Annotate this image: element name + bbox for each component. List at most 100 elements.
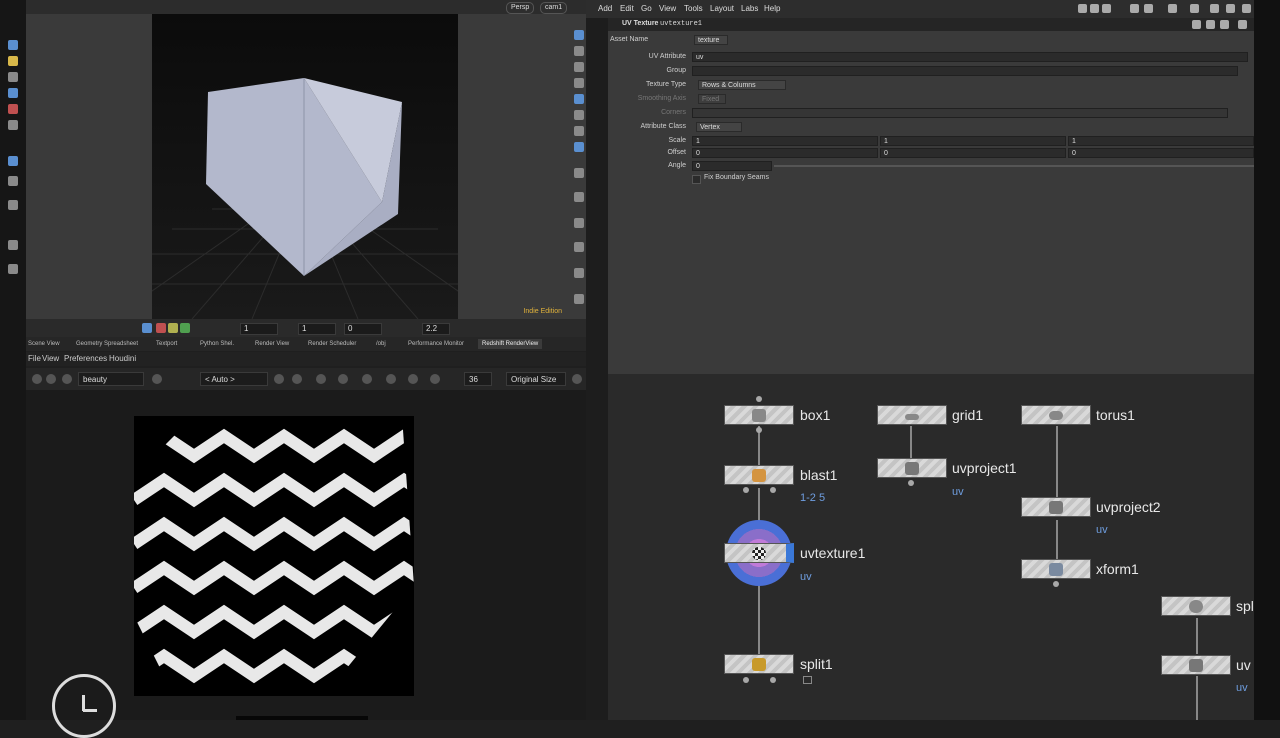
gear-icon[interactable] <box>1192 20 1201 29</box>
display-icon[interactable] <box>574 46 584 56</box>
group-field[interactable] <box>692 66 1238 76</box>
node-split1[interactable] <box>724 654 794 674</box>
shelf-icon[interactable] <box>8 156 18 166</box>
persp-menu[interactable]: Persp <box>506 2 535 14</box>
size-select[interactable]: Original Size <box>506 372 566 386</box>
display-icon[interactable] <box>574 294 584 304</box>
tool-icon[interactable] <box>362 374 372 384</box>
node-uvproject1[interactable] <box>877 458 947 478</box>
tool-icon[interactable] <box>338 374 348 384</box>
tool-icon[interactable] <box>1226 4 1235 13</box>
bar-field-3[interactable]: 0 <box>344 323 382 335</box>
camera-menu[interactable]: cam1 <box>540 2 568 14</box>
uv-attribute-field[interactable]: uv <box>692 52 1248 62</box>
display-icon[interactable] <box>574 218 584 228</box>
menu-preferences[interactable]: Preferences <box>64 354 107 364</box>
display-icon[interactable] <box>574 94 584 104</box>
menu-houdini[interactable]: Houdini <box>109 354 136 364</box>
shelf-icon[interactable] <box>8 120 18 130</box>
zoom-field[interactable]: 36 % <box>464 372 492 398</box>
shelf-icon[interactable] <box>8 104 18 114</box>
display-icon[interactable] <box>574 110 584 120</box>
display-icon[interactable] <box>574 242 584 252</box>
node-grid1[interactable] <box>877 405 947 425</box>
tool-icon[interactable] <box>1168 4 1177 13</box>
display-toggle-icon[interactable] <box>142 323 152 333</box>
node-name-field[interactable]: uvtexture1 <box>660 20 702 28</box>
display-icon[interactable] <box>574 78 584 88</box>
refresh-icon[interactable] <box>62 374 72 384</box>
menu-file[interactable]: File <box>28 354 41 364</box>
aov-select[interactable]: beauty <box>78 372 144 386</box>
lock-icon[interactable] <box>274 374 284 384</box>
display-toggle-icon[interactable] <box>168 323 178 333</box>
display-icon[interactable] <box>574 126 584 136</box>
tab-render-scheduler[interactable]: Render Scheduler <box>304 339 360 349</box>
camera-select[interactable]: < Auto > <box>200 372 268 386</box>
menu-edit[interactable]: Edit <box>620 4 634 14</box>
offset-z-field[interactable]: 0 <box>1068 148 1254 158</box>
angle-field[interactable]: 0 <box>692 161 772 171</box>
scene-viewport[interactable]: Indie Edition <box>26 14 586 319</box>
tool-icon[interactable] <box>316 374 326 384</box>
offset-y-field[interactable]: 0 <box>880 148 1066 158</box>
wrench-icon[interactable] <box>1078 4 1087 13</box>
menu-add[interactable]: Add <box>598 4 612 14</box>
node-uvproject2[interactable] <box>1021 497 1091 517</box>
node-xform1[interactable] <box>1021 559 1091 579</box>
bar-field-1[interactable]: 1 <box>240 323 278 335</box>
tab-render-view[interactable]: Render View <box>251 339 293 349</box>
channel-icon[interactable] <box>152 374 162 384</box>
display-icon[interactable] <box>574 30 584 40</box>
bar-field-4[interactable]: 2.2 <box>422 323 450 335</box>
pane-divider[interactable] <box>586 0 608 720</box>
display-icon[interactable] <box>574 142 584 152</box>
tool-icon[interactable] <box>1242 4 1251 13</box>
shelf-icon[interactable] <box>8 264 18 274</box>
angle-slider[interactable] <box>774 165 1254 167</box>
menu-view[interactable]: View <box>42 354 59 364</box>
offset-x-field[interactable]: 0 <box>692 148 878 158</box>
tab-performance-monitor[interactable]: Performance Monitor <box>404 339 468 349</box>
texture-type-menu[interactable]: Rows & Columns <box>698 80 786 90</box>
network-editor[interactable] <box>608 374 1254 720</box>
output-dot[interactable] <box>770 677 776 683</box>
menu-layout[interactable]: Layout <box>710 4 734 14</box>
node-blast1[interactable] <box>724 465 794 485</box>
display-toggle-icon[interactable] <box>180 323 190 333</box>
menu-labs[interactable]: Labs <box>741 4 758 14</box>
bar-field-2[interactable]: 1 <box>298 323 336 335</box>
node-uvtexture1[interactable] <box>724 543 794 563</box>
tool-icon[interactable] <box>1144 4 1153 13</box>
tab-obj[interactable]: /obj <box>372 339 390 349</box>
tool-icon[interactable] <box>292 374 302 384</box>
tool-icon[interactable] <box>408 374 418 384</box>
scale-x-field[interactable]: 1 <box>692 136 878 146</box>
node-box1[interactable] <box>724 405 794 425</box>
tab-redshift-renderview[interactable]: Redshift RenderView <box>478 339 543 349</box>
output-dot[interactable] <box>756 396 762 402</box>
menu-tools[interactable]: Tools <box>684 4 703 14</box>
tab-python-shell[interactable]: Python Shel. <box>196 339 238 349</box>
display-icon[interactable] <box>574 268 584 278</box>
attribute-class-menu[interactable]: Vertex <box>696 122 742 132</box>
help-icon[interactable] <box>1206 20 1215 29</box>
shelf-icon[interactable] <box>8 200 18 210</box>
shelf-icon[interactable] <box>8 88 18 98</box>
tool-icon[interactable] <box>1130 4 1139 13</box>
shelf-icon[interactable] <box>8 240 18 250</box>
help-icon[interactable] <box>1238 20 1247 29</box>
scale-z-field[interactable]: 1 <box>1068 136 1254 146</box>
shelf-icon[interactable] <box>8 40 18 50</box>
node-torus1[interactable] <box>1021 405 1091 425</box>
output-dot[interactable] <box>743 677 749 683</box>
tool-icon[interactable] <box>430 374 440 384</box>
render-icon[interactable] <box>32 374 42 384</box>
menu-help[interactable]: Help <box>764 4 780 14</box>
tab-textport[interactable]: Textport <box>152 339 181 349</box>
asset-name-menu[interactable]: texture <box>694 35 728 45</box>
scale-y-field[interactable]: 1 <box>880 136 1066 146</box>
display-icon[interactable] <box>574 168 584 178</box>
menu-view[interactable]: View <box>659 4 676 14</box>
info-icon[interactable] <box>1220 20 1229 29</box>
